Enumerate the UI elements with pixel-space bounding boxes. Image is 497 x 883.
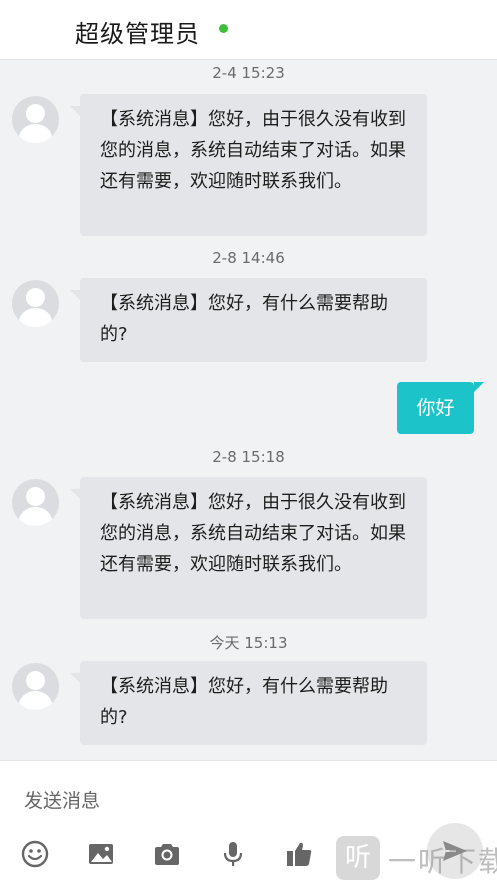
message-bubble-system[interactable]: 【系统消息】您好，由于很久没有收到您的消息，系统自动结束了对话。如果还有需要，欢… <box>70 477 427 619</box>
message-bubble-system[interactable]: 【系统消息】您好，有什么需要帮助的? <box>70 278 427 362</box>
contact-name: 超级管理员 <box>75 20 200 48</box>
chat-header: 超级管理员 <box>0 0 497 60</box>
message-timestamp: 2-8 14:46 <box>212 249 285 267</box>
message-input[interactable]: 发送消息 <box>24 786 100 813</box>
online-status-icon <box>219 24 228 33</box>
system-avatar-icon[interactable] <box>12 479 59 526</box>
message-list[interactable]: 2-4 15:23 【系统消息】您好，由于很久没有收到您的消息，系统自动结束了对… <box>0 60 497 760</box>
watermark-text: 一听下载 <box>388 845 497 878</box>
message-bubble-system[interactable]: 【系统消息】您好，由于很久没有收到您的消息，系统自动结束了对话。如果还有需要，欢… <box>70 94 427 236</box>
system-avatar-icon[interactable] <box>12 96 59 143</box>
message-bubble-system[interactable]: 【系统消息】您好，有什么需要帮助的? <box>70 661 427 745</box>
message-timestamp: 今天 15:13 <box>209 634 288 652</box>
thumbs-up-icon[interactable] <box>284 839 314 869</box>
message-timestamp: 2-4 15:23 <box>212 64 285 82</box>
microphone-icon[interactable] <box>218 839 248 869</box>
system-avatar-icon[interactable] <box>12 663 59 710</box>
emoji-icon[interactable] <box>20 839 50 869</box>
camera-icon[interactable] <box>152 839 182 869</box>
message-timestamp: 2-8 15:18 <box>212 448 285 466</box>
system-avatar-icon[interactable] <box>12 280 59 327</box>
image-icon[interactable] <box>86 839 116 869</box>
message-bubble-outgoing[interactable]: 你好 <box>397 382 484 434</box>
watermark-logo: 听 <box>336 836 380 880</box>
